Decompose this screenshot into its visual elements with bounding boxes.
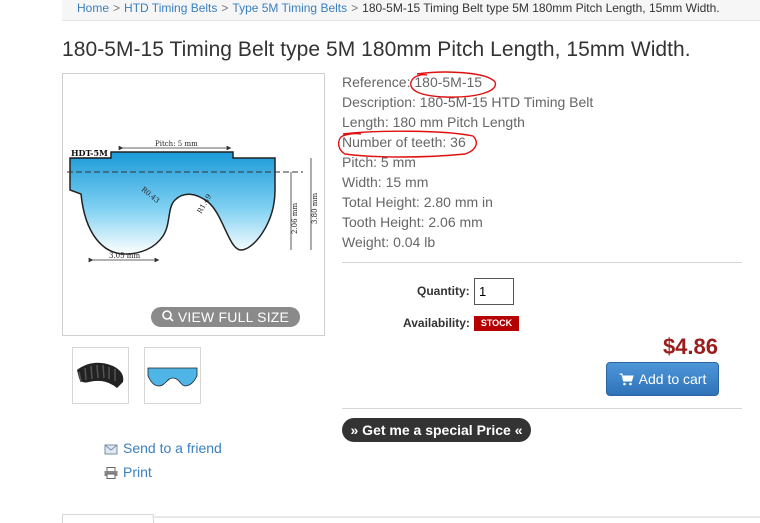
spec-pitch: Pitch: 5 mm bbox=[342, 154, 416, 170]
divider bbox=[342, 408, 742, 409]
thumbnail-belt-photo[interactable] bbox=[72, 347, 129, 404]
send-to-friend-link[interactable]: Send to a friend bbox=[104, 440, 222, 456]
print-link[interactable]: Print bbox=[104, 464, 152, 480]
spec-length: Length: 180 mm Pitch Length bbox=[342, 114, 525, 130]
quantity-input[interactable] bbox=[474, 278, 514, 305]
magnifier-icon bbox=[162, 307, 174, 327]
spec-reference: Reference: 180-5M-15 bbox=[342, 74, 483, 90]
spec-tooth-height: Tooth Height: 2.06 mm bbox=[342, 214, 483, 230]
spec-teeth: Number of teeth: 36 bbox=[342, 134, 466, 150]
breadcrumb-5m-link[interactable]: Type 5M Timing Belts bbox=[232, 1, 347, 15]
diagram-width-label: 3.05 mm bbox=[109, 252, 140, 260]
breadcrumb-separator: > bbox=[351, 1, 359, 15]
belt-diagram-thumbnail bbox=[147, 367, 198, 387]
thumbnail-belt-diagram[interactable] bbox=[144, 347, 201, 404]
view-full-size-button[interactable]: VIEW FULL SIZE bbox=[151, 307, 300, 327]
diagram-label: HDT-5M bbox=[71, 148, 108, 158]
diagram-pitch-label: Pitch: 5 mm bbox=[155, 140, 198, 148]
spec-total-height: Total Height: 2.80 mm in bbox=[342, 194, 493, 210]
breadcrumb-home-link[interactable]: Home bbox=[77, 1, 109, 15]
belt-photo-thumbnail bbox=[77, 362, 124, 388]
breadcrumb-separator: > bbox=[113, 1, 121, 15]
diagram-height-2: 3.80 mm bbox=[311, 193, 319, 224]
spec-weight: Weight: 0.04 lb bbox=[342, 234, 436, 250]
printer-icon bbox=[104, 466, 118, 479]
view-full-size-label: VIEW FULL SIZE bbox=[177, 309, 290, 325]
tab-stub[interactable] bbox=[62, 514, 154, 523]
envelope-icon bbox=[104, 442, 118, 455]
send-to-friend-label: Send to a friend bbox=[123, 440, 222, 456]
add-to-cart-label: Add to cart bbox=[638, 371, 707, 387]
spec-width: Width: 15 mm bbox=[342, 174, 429, 190]
stock-badge: STOCK bbox=[474, 316, 519, 331]
special-price-button[interactable]: » Get me a special Price « bbox=[342, 418, 531, 442]
tab-divider bbox=[152, 516, 760, 518]
product-specs: Reference: 180-5M-15 Description: 180-5M… bbox=[342, 72, 593, 252]
product-price: $4.86 bbox=[662, 334, 718, 359]
page-title: 180-5M-15 Timing Belt type 5M 180mm Pitc… bbox=[62, 38, 691, 61]
cart-icon bbox=[619, 373, 634, 386]
availability-label: Availability: bbox=[403, 316, 470, 330]
divider bbox=[342, 262, 742, 263]
print-label: Print bbox=[123, 464, 152, 480]
add-to-cart-button[interactable]: Add to cart bbox=[606, 362, 719, 396]
breadcrumb: Home > HTD Timing Belts > Type 5M Timing Bel… bbox=[62, 0, 760, 21]
breadcrumb-separator: > bbox=[221, 1, 229, 15]
breadcrumb-current: 180-5M-15 Timing Belt type 5M 180mm Pitc… bbox=[362, 1, 720, 15]
quantity-label: Quantity: bbox=[417, 284, 470, 298]
belt-diagram: HDT-5M Pitch: 5 mm R0.43 R1.49 2.06 mm 3… bbox=[67, 140, 319, 263]
product-image[interactable]: HDT-5M Pitch: 5 mm R0.43 R1.49 2.06 mm 3… bbox=[62, 73, 325, 336]
breadcrumb-htd-link[interactable]: HTD Timing Belts bbox=[124, 1, 217, 15]
spec-description: Description: 180-5M-15 HTD Timing Belt bbox=[342, 94, 594, 110]
diagram-height-1: 2.06 mm bbox=[291, 203, 299, 234]
